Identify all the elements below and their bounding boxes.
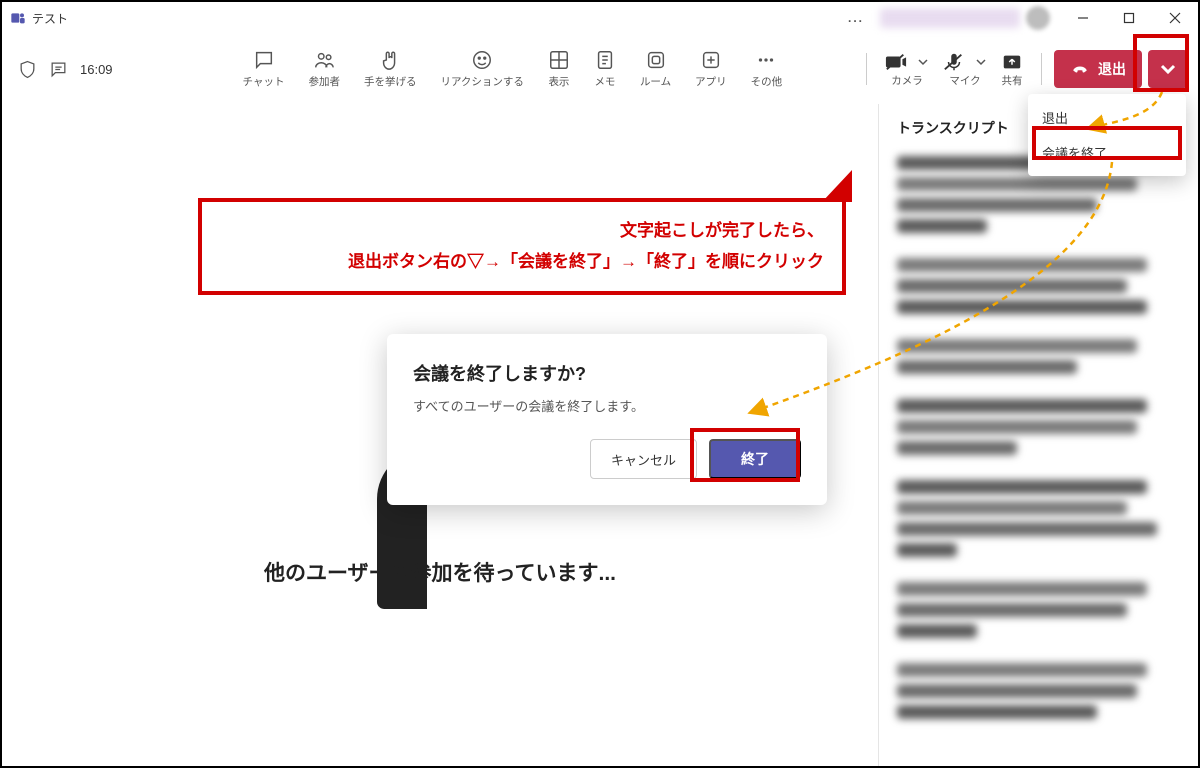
masked-meeting-info — [880, 8, 1020, 28]
dialog-end-button[interactable]: 終了 — [709, 439, 801, 479]
transcript-text-blur — [897, 279, 1127, 293]
transcript-text-blur — [897, 258, 1147, 272]
notes-button[interactable]: メモ — [594, 49, 616, 89]
transcript-text-blur — [897, 420, 1137, 434]
leave-button[interactable]: 退出 — [1054, 50, 1142, 88]
apps-button[interactable]: アプリ — [695, 49, 727, 89]
transcript-text-blur — [897, 522, 1157, 536]
end-meeting-dialog: 会議を終了しますか? すべてのユーザーの会議を終了します。 キャンセル 終了 — [387, 334, 827, 505]
hangup-icon — [1070, 59, 1090, 79]
reactions-button[interactable]: リアクションする — [440, 49, 523, 89]
user-avatar[interactable] — [1026, 6, 1050, 30]
annotation-callout: 文字起こしが完了したら、 退出ボタン右の▽→「会議を終了」→「終了」を順にクリッ… — [198, 198, 846, 295]
chevron-down-icon — [1159, 60, 1177, 78]
raise-hand-button[interactable]: 手を挙げる — [364, 49, 417, 89]
chat-bubble-icon[interactable] — [49, 60, 68, 79]
transcript-text-blur — [897, 543, 957, 557]
window-title: テスト — [32, 10, 68, 27]
annotation-line1: 文字起こしが完了したら、 — [220, 216, 824, 247]
annotation-line2: 退出ボタン右の▽→「会議を終了」→「終了」を順にクリック — [220, 247, 824, 278]
titlebar-more[interactable]: ... — [848, 11, 864, 25]
window-titlebar: テスト ... — [2, 2, 1198, 34]
dialog-message: すべてのユーザーの会議を終了します。 — [413, 396, 801, 415]
window-close-button[interactable] — [1152, 2, 1198, 34]
view-button[interactable]: 表示 — [548, 49, 570, 89]
transcript-text-blur — [897, 360, 1077, 374]
transcript-text-blur — [897, 399, 1147, 413]
leave-dropdown-button[interactable] — [1148, 50, 1188, 88]
transcript-text-blur — [897, 198, 1097, 212]
transcript-text-blur — [897, 603, 1127, 617]
share-button[interactable]: 共有 — [995, 51, 1029, 88]
camera-button[interactable]: カメラ — [879, 51, 935, 88]
chevron-down-icon — [917, 56, 929, 68]
shield-icon[interactable] — [18, 60, 37, 79]
transcript-text-blur — [897, 339, 1137, 353]
chat-button[interactable]: チャット — [243, 49, 285, 89]
meeting-toolbar: 16:09 チャット 参加者 手を挙げる リアクションする 表示 メモ ルーム … — [2, 34, 1198, 104]
transcript-text-blur — [897, 300, 1147, 314]
room-button[interactable]: ルーム — [640, 49, 671, 89]
transcript-text-blur — [897, 624, 977, 638]
participants-button[interactable]: 参加者 — [308, 49, 340, 89]
dialog-title: 会議を終了しますか? — [413, 360, 801, 386]
meeting-time: 16:09 — [80, 62, 113, 77]
window-maximize-button[interactable] — [1106, 2, 1152, 34]
transcript-text-blur — [897, 684, 1137, 698]
transcript-panel: トランスクリプト — [878, 104, 1198, 766]
transcript-text-blur — [897, 441, 1017, 455]
dialog-cancel-button[interactable]: キャンセル — [590, 439, 697, 479]
transcript-text-blur — [897, 177, 1137, 191]
teams-icon — [10, 10, 26, 26]
transcript-text-blur — [897, 501, 1127, 515]
more-button[interactable]: その他 — [751, 49, 783, 89]
transcript-text-blur — [897, 663, 1147, 677]
transcript-text-blur — [897, 582, 1147, 596]
transcript-text-blur — [897, 705, 1097, 719]
leave-dropdown-menu: 退出 会議を終了 — [1028, 94, 1186, 176]
end-meeting-option[interactable]: 会議を終了 — [1028, 135, 1186, 170]
window-minimize-button[interactable] — [1060, 2, 1106, 34]
mic-button[interactable]: マイク — [937, 51, 993, 88]
waiting-message: 他のユーザーの参加を待っています... — [264, 557, 616, 587]
leave-option[interactable]: 退出 — [1028, 100, 1186, 135]
transcript-text-blur — [897, 480, 1147, 494]
transcript-text-blur — [897, 219, 987, 233]
chevron-down-icon — [975, 56, 987, 68]
